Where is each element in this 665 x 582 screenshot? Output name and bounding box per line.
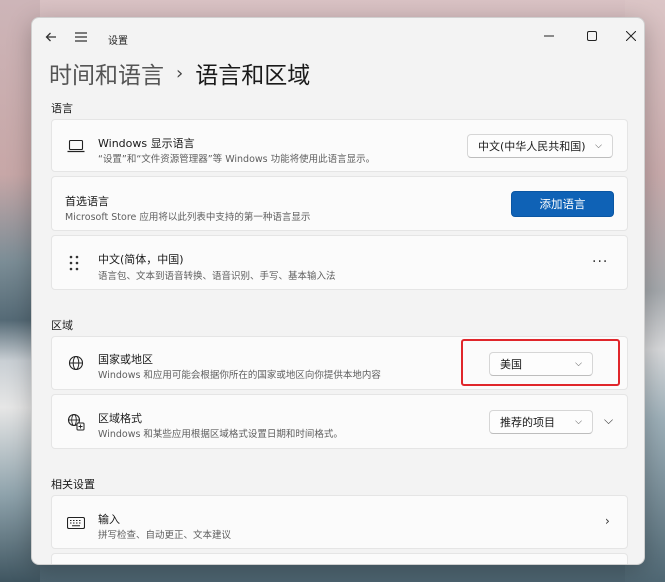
input-title: 输入 [98,513,120,526]
card-display-language: Windows 显示语言 “设置”和“文件资源管理器”等 Windows 功能将… [51,119,628,172]
card-input-settings[interactable]: 输入 拼写检查、自动更正、文本建议 › [51,495,628,549]
section-label-related: 相关设置 [51,478,95,491]
regional-format-subtitle: Windows 和某些应用根据区域格式设置日期和时间格式。 [98,429,343,440]
close-icon[interactable] [616,23,644,49]
section-label-region: 区域 [51,319,73,332]
highlight-annotation [461,339,620,386]
regional-format-select[interactable]: 推荐的项目 ⌵ [489,410,593,434]
more-options-icon[interactable]: ... [592,250,608,266]
preferred-language-title: 首选语言 [65,195,109,208]
card-preferred-language: 首选语言 Microsoft Store 应用将以此列表中支持的第一种语言显示 … [51,176,628,231]
expand-chevron-icon[interactable]: ⌵ [604,413,613,428]
settings-window: 设置 时间和语言 › 语言和区域 语言 Windows 显示语言 “设置”和“文… [31,17,645,565]
regional-format-value: 推荐的项目 [500,416,555,429]
section-label-language: 语言 [51,102,73,115]
app-title: 设置 [108,36,128,47]
preferred-language-subtitle: Microsoft Store 应用将以此列表中支持的第一种语言显示 [65,212,311,223]
back-arrow-icon[interactable] [40,26,62,48]
keyboard-icon [66,513,86,533]
chevron-right-icon: › [605,514,610,528]
display-language-value: 中文(中华人民共和国) [478,140,586,153]
laptop-icon [66,136,86,156]
card-regional-format[interactable]: 区域格式 Windows 和某些应用根据区域格式设置日期和时间格式。 推荐的项目… [51,394,628,449]
chevron-right-icon: › [176,62,184,84]
display-language-subtitle: “设置”和“文件资源管理器”等 Windows 功能将使用此语言显示。 [98,154,376,165]
country-region-title: 国家或地区 [98,353,153,366]
breadcrumb: 时间和语言 › 语言和区域 [49,56,310,90]
language-item-subtitle: 语言包、文本到语音转换、语音识别、手写、基本输入法 [98,271,336,282]
chevron-down-icon: ⌵ [595,141,602,151]
language-list-item[interactable]: 中文(简体，中国) 语言包、文本到语音转换、语音识别、手写、基本输入法 ... [51,235,628,290]
page-title: 语言和区域 [195,63,311,89]
country-region-subtitle: Windows 和应用可能会根据你所在的国家或地区向你提供本地内容 [98,370,381,381]
globe-icon [66,353,86,373]
card-next-partial[interactable] [51,553,628,564]
menu-icon[interactable] [70,26,92,48]
add-language-button[interactable]: 添加语言 [511,191,614,217]
breadcrumb-parent[interactable]: 时间和语言 [49,56,164,90]
drag-handle-icon[interactable] [64,253,84,273]
input-subtitle: 拼写检查、自动更正、文本建议 [98,530,232,541]
regional-format-title: 区域格式 [98,412,142,425]
maximize-icon[interactable] [577,23,607,49]
regional-format-icon [66,412,86,432]
title-bar: 设置 [32,18,644,54]
language-item-title: 中文(简体，中国) [98,253,184,266]
chevron-down-icon: ⌵ [575,417,582,427]
display-language-select[interactable]: 中文(中华人民共和国) ⌵ [467,134,613,158]
display-language-title: Windows 显示语言 [98,137,195,150]
minimize-icon[interactable] [534,23,564,49]
